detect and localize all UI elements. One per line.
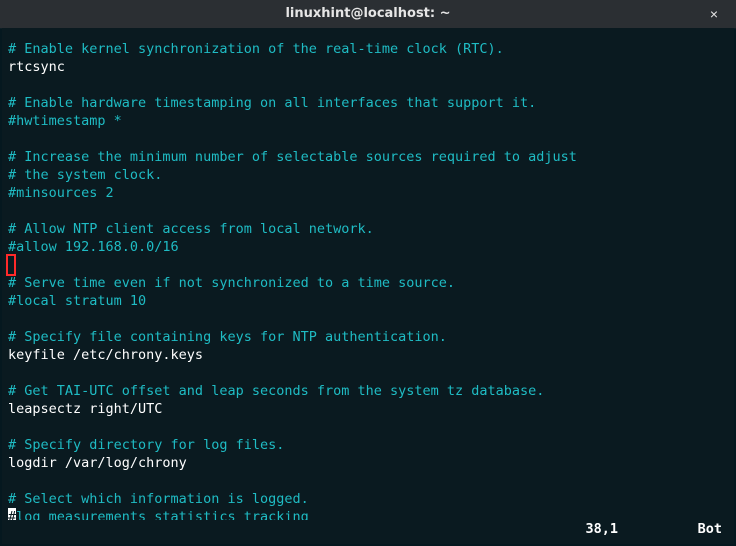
editor-line: # Select which information is logged. (8, 490, 728, 508)
editor-line: #local stratum 10 (8, 292, 728, 310)
editor-line: logdir /var/log/chrony (8, 454, 728, 472)
editor-line (8, 256, 728, 274)
window-title: linuxhint@localhost: ~ (285, 5, 450, 23)
editor-line: # Enable kernel synchronization of the r… (8, 40, 728, 58)
editor-line: # Enable hardware timestamping on all in… (8, 94, 728, 112)
window-titlebar: linuxhint@localhost: ~ × (0, 0, 736, 29)
editor-content: # Enable kernel synchronization of the r… (8, 40, 728, 526)
editor-line: # the system clock. (8, 166, 728, 184)
close-icon[interactable]: × (700, 0, 728, 28)
editor-line: keyfile /etc/chrony.keys (8, 346, 728, 364)
editor-line: # Serve time even if not synchronized to… (8, 274, 728, 292)
editor-line (8, 130, 728, 148)
editor-line (8, 472, 728, 490)
editor-line: rtcsync (8, 58, 728, 76)
editor-line (8, 418, 728, 436)
editor-line: # Specify directory for log files. (8, 436, 728, 454)
editor-line (8, 202, 728, 220)
editor-line: # Allow NTP client access from local net… (8, 220, 728, 238)
editor-line: #minsources 2 (8, 184, 728, 202)
terminal-viewport[interactable]: # Enable kernel synchronization of the r… (2, 28, 734, 544)
editor-line (8, 364, 728, 382)
editor-line: # Increase the minimum number of selecta… (8, 148, 728, 166)
scroll-indicator: Bot (698, 520, 722, 538)
editor-line (8, 76, 728, 94)
editor-line: leapsectz right/UTC (8, 400, 728, 418)
vim-status-bar: 38,1 Bot (8, 520, 728, 538)
editor-line: # Get TAI-UTC offset and leap seconds fr… (8, 382, 728, 400)
cursor-position: 38,1 (585, 520, 618, 538)
editor-line: #allow 192.168.0.0/16 (8, 238, 728, 256)
editor-line: #hwtimestamp * (8, 112, 728, 130)
editor-line: # Specify file containing keys for NTP a… (8, 328, 728, 346)
editor-line (8, 310, 728, 328)
